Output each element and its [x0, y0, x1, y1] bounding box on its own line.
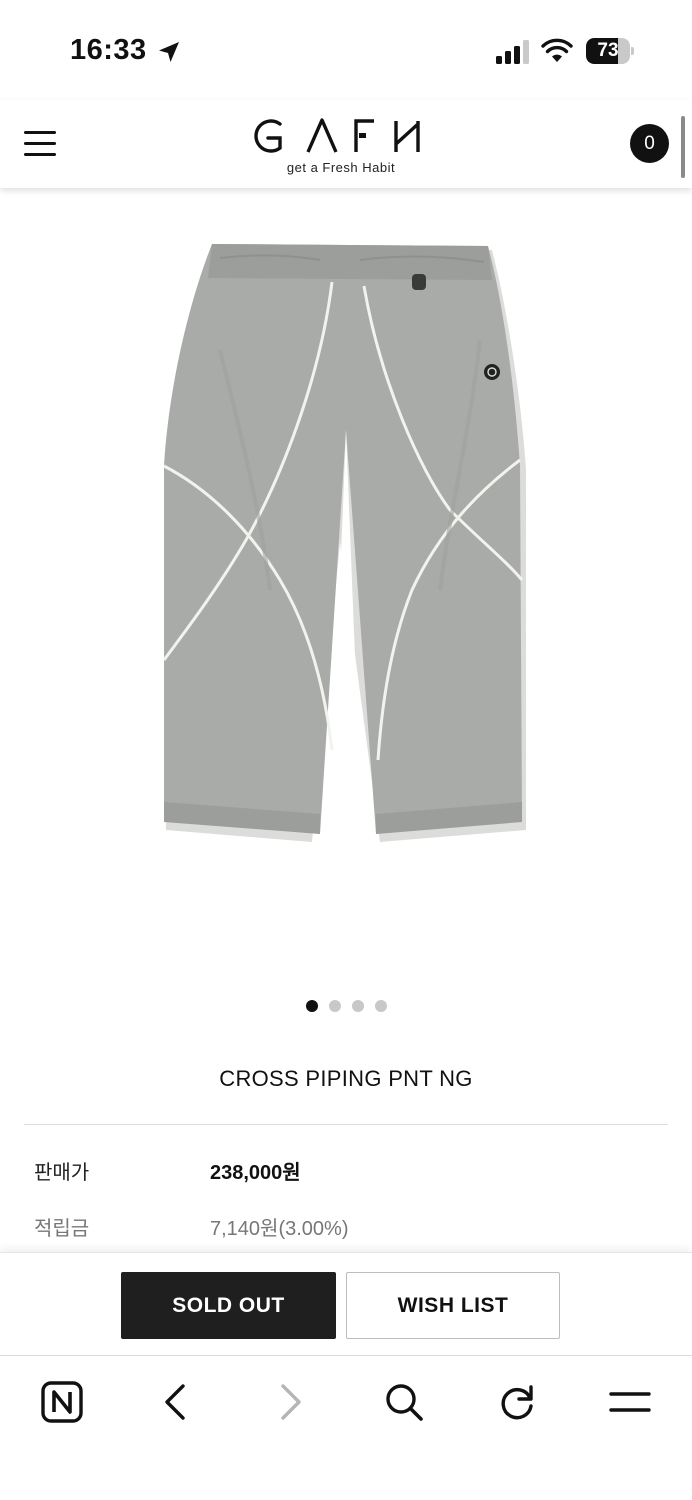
sold-out-button[interactable]: SOLD OUT: [121, 1272, 336, 1339]
points-label: 적립금: [34, 1218, 90, 1240]
carousel-dot[interactable]: [305, 1000, 318, 1012]
image-carousel-dots: [0, 1000, 692, 1014]
carousel-dot[interactable]: [374, 1000, 387, 1012]
reload-icon[interactable]: [493, 1378, 541, 1426]
points-row: 적립금 7,140원(3.00%): [34, 1212, 654, 1242]
price-value: 238,000원: [210, 1162, 301, 1184]
battery-cap: [631, 47, 634, 55]
forward-icon[interactable]: [266, 1378, 314, 1426]
back-icon[interactable]: [152, 1378, 200, 1426]
battery-icon: 73: [586, 38, 634, 64]
wifi-icon: [541, 38, 573, 62]
cellular-signal-icon: [496, 40, 529, 64]
search-icon[interactable]: [380, 1378, 428, 1426]
logo-tagline: get a Fresh Habit: [286, 160, 396, 175]
points-value: 7,140원(3.00%): [210, 1218, 349, 1240]
site-header: get a Fresh Habit 0: [0, 100, 692, 188]
purchase-action-bar: SOLD OUT WISH LIST: [0, 1252, 692, 1356]
product-name: CROSS PIPING PNT NG: [219, 1066, 473, 1091]
logo-mark: [254, 118, 420, 153]
browser-toolbar: [0, 1355, 692, 1500]
hamburger-menu-icon[interactable]: [24, 131, 56, 157]
battery-level: 73: [597, 40, 619, 61]
status-bar: 16:33 73: [0, 0, 692, 100]
site-logo[interactable]: get a Fresh Habit: [246, 114, 436, 178]
wish-list-button[interactable]: WISH LIST: [346, 1272, 560, 1339]
location-arrow-icon: [159, 42, 179, 62]
battery-body: 73: [586, 38, 630, 64]
scroll-indicator: [681, 116, 685, 178]
carousel-dot[interactable]: [351, 1000, 364, 1012]
product-image[interactable]: [150, 230, 542, 870]
naver-home-icon[interactable]: [38, 1378, 86, 1426]
price-row: 판매가 238,000원: [34, 1156, 654, 1186]
menu-icon[interactable]: [606, 1378, 654, 1426]
divider: [24, 1124, 668, 1125]
cart-count-badge[interactable]: 0: [630, 124, 669, 163]
price-label: 판매가: [34, 1162, 90, 1184]
status-time: 16:33: [70, 34, 147, 66]
carousel-dot[interactable]: [328, 1000, 341, 1012]
